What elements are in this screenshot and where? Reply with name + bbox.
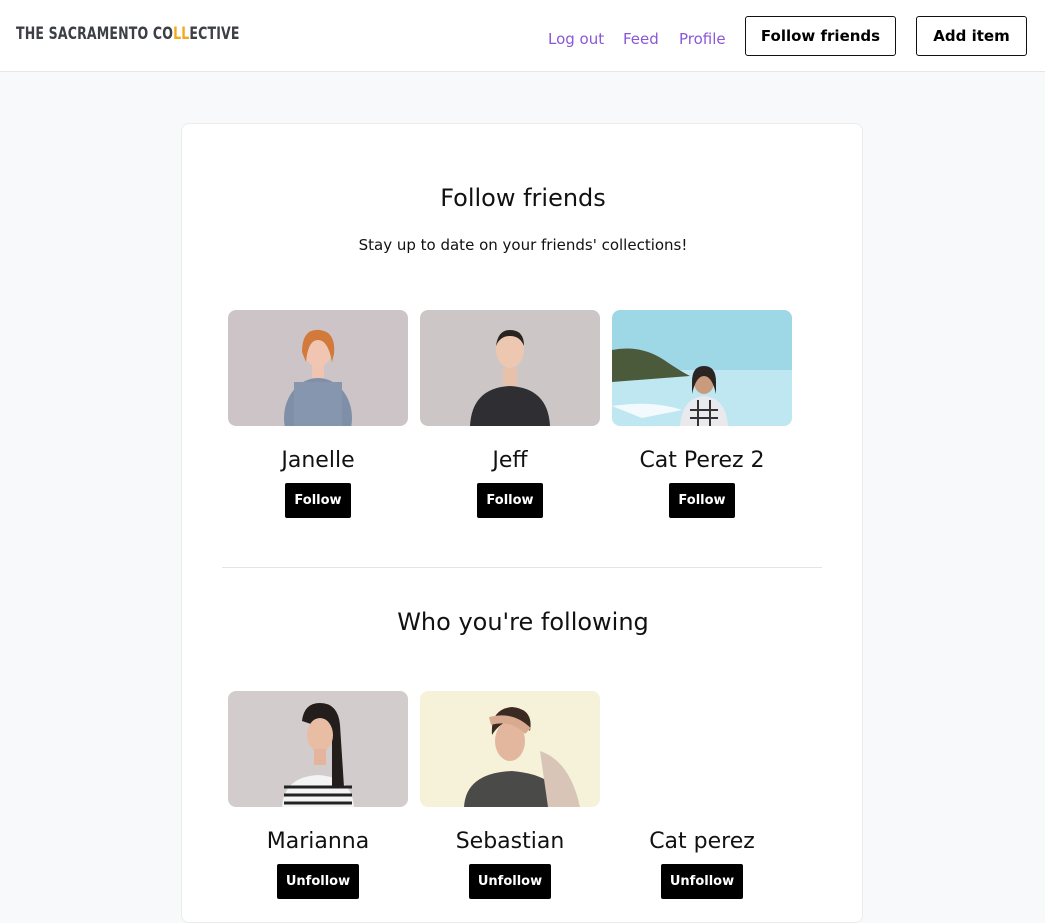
- follow-friends-heading: Follow friends: [440, 184, 606, 212]
- unfollow-button[interactable]: Unfollow: [468, 864, 552, 899]
- friend-name: Jeff: [492, 448, 528, 473]
- follow-button[interactable]: Follow: [285, 483, 351, 518]
- followed-friend-card: Marianna Unfollow: [228, 691, 408, 899]
- friend-name: Marianna: [266, 829, 370, 854]
- friend-photo-jeff: [420, 310, 600, 426]
- suggested-friend-card: Jeff Follow: [420, 310, 600, 518]
- nav-logout-link[interactable]: Log out: [548, 30, 604, 48]
- unfollow-button[interactable]: Unfollow: [276, 864, 360, 899]
- nav-feed-link[interactable]: Feed: [623, 30, 659, 48]
- friend-photo-placeholder: [612, 691, 792, 807]
- friend-name: Cat perez: [649, 829, 755, 854]
- followed-friend-card: Cat perez Unfollow: [612, 691, 792, 899]
- logo-text-end: ECTIVE: [189, 24, 240, 44]
- follow-button[interactable]: Follow: [477, 483, 543, 518]
- friend-name: Janelle: [281, 448, 355, 473]
- friend-photo-sebastian: [420, 691, 600, 807]
- friend-photo-janelle: [228, 310, 408, 426]
- friends-card: Follow friends Stay up to date on your f…: [181, 123, 863, 923]
- suggested-friend-card: Cat Perez 2 Follow: [612, 310, 792, 518]
- top-navbar: THE SACRAMENTO COLLECTIVE Log out Feed P…: [0, 0, 1045, 72]
- follow-friends-subtitle: Stay up to date on your friends' collect…: [358, 236, 688, 254]
- unfollow-button[interactable]: Unfollow: [660, 864, 744, 899]
- followed-friend-card: Sebastian Unfollow: [420, 691, 600, 899]
- follow-button[interactable]: Follow: [669, 483, 735, 518]
- friend-photo-marianna: [228, 691, 408, 807]
- friend-name: Sebastian: [455, 829, 565, 854]
- add-item-button[interactable]: Add item: [916, 16, 1027, 56]
- section-divider: [222, 567, 822, 568]
- friend-photo-cat-perez-2: [612, 310, 792, 426]
- friend-name: Cat Perez 2: [639, 448, 765, 473]
- following-heading: Who you're following: [397, 608, 649, 636]
- logo-text-accent: LL: [173, 24, 190, 44]
- nav-profile-link[interactable]: Profile: [679, 30, 726, 48]
- site-logo[interactable]: THE SACRAMENTO COLLECTIVE: [16, 24, 240, 44]
- suggested-friend-card: Janelle Follow: [228, 310, 408, 518]
- follow-friends-button[interactable]: Follow friends: [745, 16, 896, 56]
- logo-text-start: THE SACRAMENTO CO: [16, 24, 174, 44]
